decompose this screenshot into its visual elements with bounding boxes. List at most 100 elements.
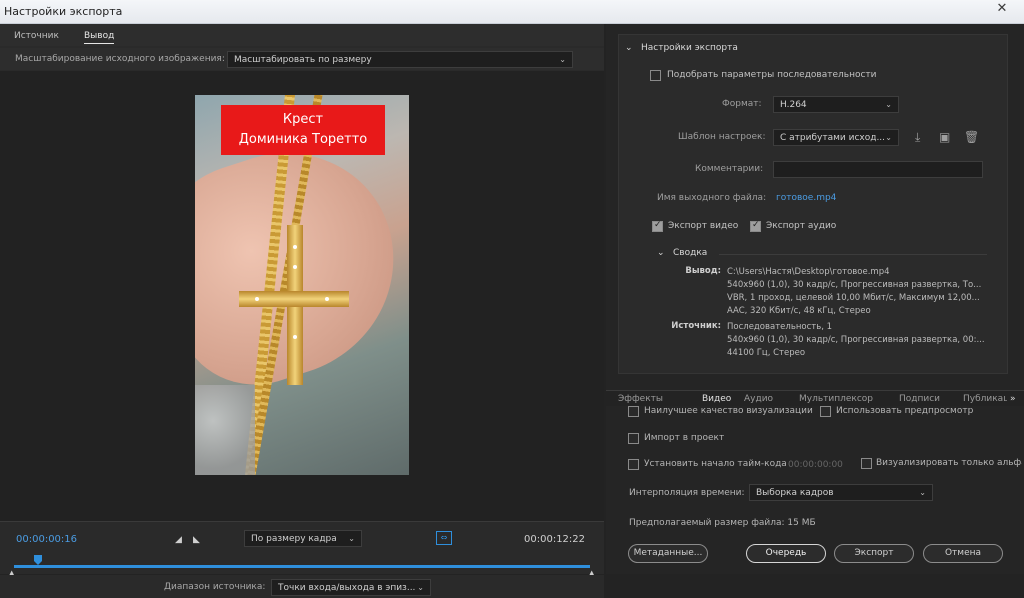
chevron-down-icon: ⌄ bbox=[559, 55, 566, 64]
summary-source: Последовательность, 1 540x960 (1,0), 30 … bbox=[727, 321, 987, 360]
match-sequence-label: Подобрать параметры последовательности bbox=[667, 70, 877, 80]
summary-source-line: 44100 Гц, Стерео bbox=[727, 348, 806, 358]
render-alpha-checkbox[interactable] bbox=[861, 458, 872, 469]
preview-frame: Крест Доминика Торетто bbox=[195, 95, 409, 475]
range-label: Диапазон источника: bbox=[164, 582, 266, 592]
gem bbox=[293, 335, 297, 339]
fur-image bbox=[195, 385, 255, 475]
comments-label: Комментарии: bbox=[695, 164, 764, 174]
video-caption: Крест Доминика Торетто bbox=[221, 105, 385, 155]
set-timecode-checkbox[interactable] bbox=[628, 459, 639, 470]
tab-video[interactable]: Видео bbox=[702, 394, 731, 404]
scale-row: Масштабирование исходного изображения: М… bbox=[0, 48, 604, 70]
end-timecode: 00:00:12:22 bbox=[524, 534, 586, 545]
export-video-checkbox[interactable] bbox=[652, 220, 663, 232]
fit-dropdown[interactable]: По размеру кадра ⌄ bbox=[244, 530, 362, 547]
format-dropdown[interactable]: H.264 ⌄ bbox=[773, 96, 899, 113]
output-name-link[interactable]: готовое.mp4 bbox=[776, 193, 836, 203]
comments-input[interactable] bbox=[773, 161, 983, 178]
interp-value: Выборка кадров bbox=[756, 488, 834, 498]
summary-output-line: VBR, 1 проход, целевой 10,00 Мбит/с, Мак… bbox=[727, 293, 980, 303]
metadata-button[interactable]: Метаданные... bbox=[628, 544, 708, 563]
cancel-button[interactable]: Отмена bbox=[923, 544, 1003, 563]
timeline-track[interactable] bbox=[14, 565, 590, 568]
interp-label: Интерполяция времени: bbox=[629, 488, 745, 498]
gem bbox=[325, 297, 329, 301]
import-preset-icon[interactable]: ▣ bbox=[939, 130, 950, 144]
import-project-checkbox[interactable] bbox=[628, 433, 639, 444]
render-alpha-label: Визуализировать только альфа bbox=[876, 458, 1022, 468]
video-preview: Крест Доминика Торетто bbox=[0, 71, 604, 521]
interp-dropdown[interactable]: Выборка кадров ⌄ bbox=[749, 484, 933, 501]
set-timecode-label: Установить начало тайм-кода bbox=[644, 459, 787, 469]
best-quality-checkbox[interactable] bbox=[628, 406, 639, 417]
tab-audio[interactable]: Аудио bbox=[744, 394, 773, 404]
caption-line-1: Крест bbox=[282, 112, 324, 127]
preview-panel: Источник Вывод Масштабирование исходного… bbox=[0, 24, 604, 598]
gem bbox=[293, 265, 297, 269]
settings-panel: ⌄ Настройки экспорта Подобрать параметры… bbox=[606, 24, 1024, 574]
format-label: Формат: bbox=[722, 99, 762, 109]
range-value: Точки входа/выхода в эпиз... bbox=[278, 583, 416, 593]
scale-value: Масштабировать по размеру bbox=[234, 55, 372, 65]
summary-output-line: C:\Users\Настя\Desktop\готовое.mp4 bbox=[727, 267, 890, 277]
aspect-toggle-icon[interactable]: ⇔ bbox=[436, 531, 452, 545]
window-title: Настройки экспорта bbox=[4, 5, 123, 18]
caption-line-2: Доминика Торетто bbox=[238, 132, 368, 147]
queue-button[interactable]: Очередь bbox=[746, 544, 826, 563]
tab-source[interactable]: Источник bbox=[14, 31, 59, 41]
range-dropdown[interactable]: Точки входа/выхода в эпиз... ⌄ bbox=[271, 579, 431, 596]
source-range-row: Диапазон источника: Точки входа/выхода в… bbox=[0, 575, 604, 598]
timeline: 00:00:00:16 ◢ ◣ По размеру кадра ⌄ ⇔ 00:… bbox=[0, 521, 604, 577]
more-tabs-icon[interactable]: » bbox=[1010, 394, 1016, 404]
fit-value: По размеру кадра bbox=[251, 534, 337, 544]
tab-output[interactable]: Вывод bbox=[84, 31, 115, 44]
summary-header: Сводка bbox=[673, 248, 708, 258]
use-previews-label: Использовать предпросмотр bbox=[836, 406, 974, 416]
tab-captions[interactable]: Подписи bbox=[899, 394, 940, 404]
current-timecode[interactable]: 00:00:00:16 bbox=[16, 534, 77, 545]
file-size: Предполагаемый размер файла: 15 МБ bbox=[629, 518, 816, 528]
trash-icon[interactable]: 🗑 bbox=[964, 130, 979, 144]
export-audio-label: Экспорт аудио bbox=[766, 221, 837, 231]
preset-dropdown[interactable]: С атрибутами исход... ⌄ bbox=[773, 129, 899, 146]
scale-label: Масштабирование исходного изображения: bbox=[15, 54, 225, 64]
summary-output-line: 540x960 (1,0), 30 кадр/с, Прогрессивная … bbox=[727, 280, 982, 290]
gem bbox=[255, 297, 259, 301]
mark-in-icon[interactable]: ◢ bbox=[175, 535, 182, 545]
summary-output: C:\Users\Настя\Desktop\готовое.mp4 540x9… bbox=[727, 266, 987, 318]
export-audio-checkbox[interactable] bbox=[750, 220, 761, 232]
collapse-icon[interactable]: ⌄ bbox=[625, 43, 633, 53]
title-bar: Настройки экспорта ✕ bbox=[0, 0, 1024, 24]
summary-source-label: Источник: bbox=[671, 321, 721, 331]
export-video-label: Экспорт видео bbox=[668, 221, 739, 231]
import-project-label: Импорт в проект bbox=[644, 433, 725, 443]
close-icon[interactable]: ✕ bbox=[986, 1, 1018, 17]
chevron-down-icon: ⌄ bbox=[417, 583, 424, 592]
tab-multiplexer[interactable]: Мультиплексор bbox=[799, 394, 873, 404]
chevron-down-icon: ⌄ bbox=[885, 100, 892, 109]
summary-source-line: 540x960 (1,0), 30 кадр/с, Прогрессивная … bbox=[727, 335, 985, 345]
summary-collapse-icon[interactable]: ⌄ bbox=[657, 248, 665, 258]
preset-label: Шаблон настроек: bbox=[678, 132, 766, 142]
chevron-down-icon: ⌄ bbox=[348, 534, 355, 543]
gem bbox=[293, 245, 297, 249]
playhead[interactable] bbox=[34, 555, 42, 565]
tab-effects[interactable]: Эффекты bbox=[618, 394, 663, 404]
timecode-value[interactable]: 00:00:00:00 bbox=[788, 460, 843, 470]
tab-publish[interactable]: Публикац bbox=[963, 394, 1007, 404]
preview-tabs: Источник Вывод bbox=[0, 24, 604, 46]
format-value: H.264 bbox=[780, 100, 807, 110]
chevron-down-icon: ⌄ bbox=[885, 133, 892, 142]
save-preset-icon[interactable]: ⤓ bbox=[915, 130, 920, 145]
export-settings: ⌄ Настройки экспорта Подобрать параметры… bbox=[618, 34, 1008, 374]
preset-value: С атрибутами исход... bbox=[780, 133, 886, 143]
use-previews-checkbox[interactable] bbox=[820, 406, 831, 417]
export-button[interactable]: Экспорт bbox=[834, 544, 914, 563]
scale-dropdown[interactable]: Масштабировать по размеру ⌄ bbox=[227, 51, 573, 68]
export-settings-header: Настройки экспорта bbox=[641, 43, 738, 53]
settings-tabs: Эффекты Видео Аудио Мультиплексор Подпис… bbox=[606, 390, 1024, 406]
mark-out-icon[interactable]: ◣ bbox=[193, 535, 200, 545]
chevron-down-icon: ⌄ bbox=[919, 488, 926, 497]
match-sequence-checkbox[interactable] bbox=[650, 70, 661, 81]
